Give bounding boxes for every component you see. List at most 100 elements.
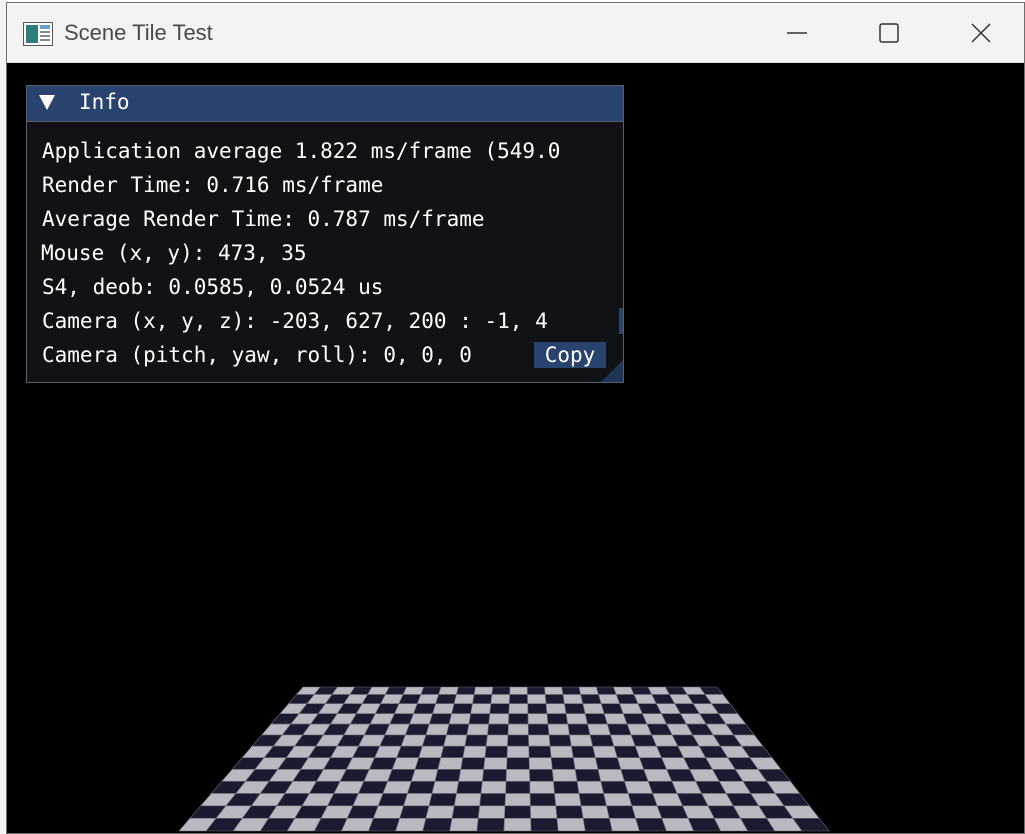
floor-tile [528, 757, 553, 770]
floor-tile [507, 734, 530, 747]
floor-tile [403, 793, 433, 807]
overflow-indicator [619, 308, 623, 334]
floor-tile [576, 780, 605, 794]
render-viewport[interactable]: Info Application average 1.822 ms/frame … [7, 63, 1024, 833]
floor-tile [527, 703, 548, 715]
floor-tile [451, 703, 473, 715]
floor-tile [561, 686, 582, 695]
floor-tile [548, 734, 572, 747]
floor-tile [466, 723, 490, 736]
floor-tile [404, 723, 430, 736]
floor-tile [485, 734, 509, 747]
collapse-arrow-icon[interactable] [39, 95, 55, 110]
floor-tile [578, 793, 607, 807]
floor-tile [529, 780, 555, 794]
floor-tile [505, 780, 531, 794]
floor-tile [597, 769, 625, 782]
floor-tile [527, 694, 547, 705]
floor-tile [396, 745, 423, 759]
floor-tile [609, 817, 640, 832]
floor-tile [425, 723, 450, 736]
average-render-time-text: Average Render Time: 0.787 ms/frame [42, 207, 485, 231]
floor-tile [428, 713, 453, 725]
floor-tile [587, 723, 612, 736]
floor-tile [547, 723, 570, 736]
floor-tile [549, 745, 574, 759]
floor-tile [620, 769, 649, 782]
floor-tile [506, 745, 530, 759]
floor-tile [631, 805, 663, 819]
floor-tile [460, 757, 486, 770]
floor-tile [504, 793, 531, 807]
app-average-text: Application average 1.822 ms/frame (549.… [42, 139, 561, 163]
app-icon [23, 22, 53, 46]
floor-tile [391, 757, 420, 770]
floor-tile [434, 769, 462, 782]
info-panel[interactable]: Info Application average 1.822 ms/frame … [26, 85, 624, 383]
floor-tile [483, 757, 508, 770]
floor-tile [491, 686, 511, 695]
floor-tile [504, 805, 532, 819]
s4-deob-text: S4, deob: 0.0585, 0.0524 us [42, 275, 384, 299]
floor-tile [508, 703, 529, 715]
floor-tile [595, 757, 622, 770]
floor-tile [421, 734, 447, 747]
floor-tile [400, 734, 427, 747]
floor-tile [387, 769, 416, 782]
floor-tile [420, 686, 442, 695]
floor-tile [554, 793, 582, 807]
floor-tile [527, 723, 550, 736]
resize-grip-icon[interactable] [601, 360, 623, 382]
app-window: Scene Tile Test Info Application average… [6, 2, 1025, 834]
floor-tile [507, 723, 529, 736]
floor-tile [564, 703, 586, 715]
floor-tile [562, 694, 584, 705]
floor-tile [431, 780, 460, 794]
floor-tile [606, 805, 637, 819]
floor-tile [425, 805, 455, 819]
floor-tile [613, 686, 635, 695]
copy-button[interactable]: Copy [534, 342, 606, 368]
floor-tile [357, 780, 389, 794]
floor-tile [352, 793, 384, 807]
title-bar[interactable]: Scene Tile Test [7, 3, 1024, 63]
floor-tile [477, 805, 506, 819]
window-title: Scene Tile Test [64, 20, 213, 45]
floor-tile [565, 713, 588, 725]
floor-tile [428, 793, 457, 807]
floor-tile [446, 723, 470, 736]
floor-tile [578, 686, 599, 695]
floor-tile [435, 694, 457, 705]
mouse-position-text: Mouse (x, y): 473, 35 [41, 241, 307, 265]
floor-tile [527, 713, 549, 725]
floor-tile [546, 713, 569, 725]
minimize-button[interactable] [751, 3, 843, 63]
close-button[interactable] [935, 3, 1025, 63]
floor-tile [526, 686, 546, 695]
floor-tile [556, 817, 586, 832]
floor-tile [508, 694, 529, 705]
info-panel-title: Info [79, 90, 130, 114]
maximize-button[interactable] [843, 3, 935, 63]
floor-tile [462, 745, 487, 759]
floor-tile [414, 757, 442, 770]
floor-tile [528, 734, 551, 747]
floor-tile [399, 805, 430, 819]
floor-tile [395, 817, 427, 832]
floor-tile [574, 769, 602, 782]
floor-tile [453, 793, 482, 807]
floor-tile [592, 745, 618, 759]
floor-tile [545, 703, 567, 715]
floor-tile [470, 703, 492, 715]
floor-tile [476, 817, 505, 832]
floor-tile [589, 734, 615, 747]
floor-tile [480, 780, 507, 794]
floor-tile [488, 713, 510, 725]
floor-tile [479, 793, 506, 807]
floor-tile [600, 780, 629, 794]
floor-tile [595, 686, 617, 695]
floor-tile [438, 686, 459, 695]
floor-tile [530, 817, 559, 832]
info-panel-title-bar[interactable]: Info [27, 86, 623, 122]
floor-tile [555, 805, 584, 819]
